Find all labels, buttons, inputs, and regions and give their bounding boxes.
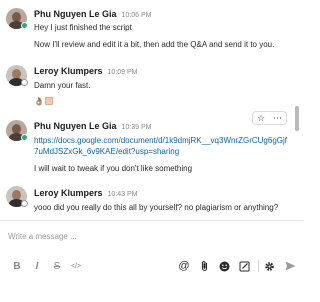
message-text: Hey I just finished the script <box>34 23 132 32</box>
timestamp[interactable]: 10:39 PM <box>122 124 152 131</box>
message-text: I will wait to tweak if you don't like s… <box>34 164 193 173</box>
presence-away-icon <box>21 200 28 207</box>
emoji-icon[interactable] <box>218 258 230 274</box>
message-text: Damn your fast. <box>34 81 91 90</box>
message-list: Phu Nguyen Le Gia 10:06 PM Hey I just fin… <box>0 0 303 220</box>
author-name[interactable]: Leroy Klumpers 10:43 PM <box>34 188 138 198</box>
message-text: Now I'll review and edit it a bit, then … <box>34 40 275 49</box>
presence-away-icon <box>21 79 28 86</box>
strikethrough-button[interactable]: S <box>50 258 64 274</box>
send-icon[interactable] <box>283 258 297 274</box>
code-button[interactable]: </> <box>68 258 84 274</box>
bold-button[interactable]: B <box>10 258 24 274</box>
timestamp[interactable]: 10:43 PM <box>108 191 138 198</box>
author-name[interactable]: Phu Nguyen Le Gia 10:39 PM <box>34 121 151 131</box>
presence-online-icon <box>21 134 28 141</box>
edit-checklist-icon[interactable] <box>238 258 250 274</box>
message-input[interactable]: Write a message ... <box>8 232 77 241</box>
document-link[interactable]: https://docs.google.com/document/d/1k9dm… <box>34 135 289 157</box>
composer-divider <box>0 220 303 221</box>
attachment-icon[interactable] <box>198 258 210 274</box>
presence-online-icon <box>21 22 28 29</box>
timestamp[interactable]: 10:06 PM <box>122 12 152 19</box>
timestamp[interactable]: 10:09 PM <box>108 69 138 76</box>
star-icon[interactable]: ☆ <box>257 113 265 123</box>
message-actions: ☆ ⋯ <box>252 111 287 125</box>
settings-gear-icon[interactable] <box>262 258 276 274</box>
author-name[interactable]: Leroy Klumpers 10:09 PM <box>34 66 138 76</box>
message-text: yooo did you really do this all by yours… <box>34 203 279 212</box>
reaction-emoji: 👌🏽 <box>34 96 53 107</box>
composer-toolbar: B I S </> @ <box>0 258 303 274</box>
toolbar-separator <box>258 260 259 272</box>
scrollbar-thumb[interactable] <box>295 106 299 131</box>
italic-button[interactable]: I <box>30 258 44 274</box>
more-options-icon[interactable]: ⋯ <box>273 113 282 123</box>
author-name[interactable]: Phu Nguyen Le Gia 10:06 PM <box>34 9 151 19</box>
mention-button[interactable]: @ <box>178 258 190 274</box>
